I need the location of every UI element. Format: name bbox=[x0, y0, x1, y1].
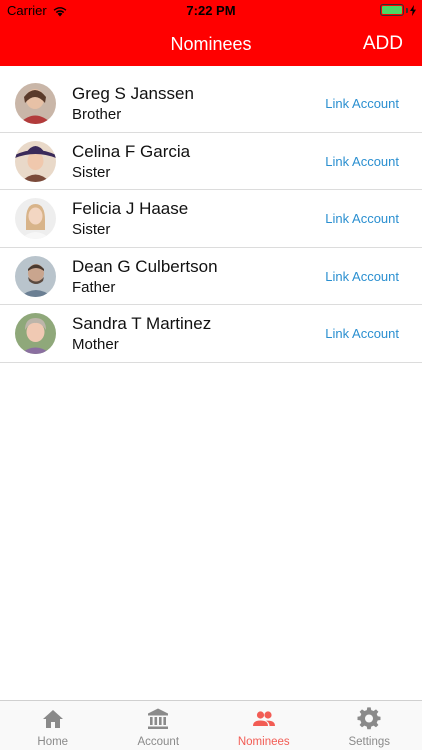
nominee-relation: Sister bbox=[72, 221, 111, 238]
page-title: Nominees bbox=[170, 34, 252, 54]
nominee-name: Dean G Culbertson bbox=[72, 256, 218, 276]
tab-settings[interactable]: Settings bbox=[317, 701, 422, 750]
status-time: 7:22 PM bbox=[186, 3, 236, 18]
home-icon bbox=[42, 710, 63, 728]
tab-label: Settings bbox=[348, 736, 391, 748]
list-item: Dean G Culbertson Father Link Account bbox=[0, 248, 422, 305]
add-nominee-button[interactable]: ADD bbox=[363, 33, 403, 55]
link-account-button[interactable]: Link Account bbox=[325, 96, 399, 111]
gear-icon bbox=[357, 707, 381, 730]
avatar bbox=[15, 198, 56, 239]
avatar bbox=[15, 313, 56, 354]
nominee-name: Sandra T Martinez bbox=[72, 314, 212, 333]
tab-label: Home bbox=[37, 736, 69, 748]
tab-label: Account bbox=[137, 736, 180, 748]
avatar bbox=[15, 255, 56, 297]
list-item: Felicia J Haase Sister Link Account bbox=[0, 190, 422, 248]
avatar bbox=[15, 140, 56, 182]
nominee-relation: Father bbox=[72, 278, 116, 296]
link-account-button[interactable]: Link Account bbox=[325, 326, 399, 341]
link-account-button[interactable]: Link Account bbox=[325, 154, 399, 169]
nominee-name: Greg S Janssen bbox=[72, 84, 194, 103]
battery-icon bbox=[380, 4, 404, 16]
tab-bar: Home Account Nominees Settings bbox=[0, 700, 422, 750]
list-item: Greg S Janssen Brother Link Account bbox=[0, 75, 422, 133]
link-account-button[interactable]: Link Account bbox=[325, 269, 399, 284]
battery-indicator bbox=[380, 4, 416, 16]
charging-bolt-icon bbox=[410, 4, 416, 16]
tab-account[interactable]: Account bbox=[106, 701, 212, 750]
nominee-list: Greg S Janssen Brother Link Account Celi… bbox=[0, 75, 422, 363]
tab-home[interactable]: Home bbox=[0, 701, 106, 750]
nominee-name: Felicia J Haase bbox=[72, 199, 189, 218]
list-item: Celina F Garcia Sister Link Account bbox=[0, 133, 422, 190]
nominee-relation: Brother bbox=[72, 106, 122, 123]
nominee-name: Celina F Garcia bbox=[72, 141, 191, 161]
link-account-button[interactable]: Link Account bbox=[325, 211, 399, 226]
status-bar: Carrier 7:22 PM bbox=[0, 0, 422, 22]
nominee-relation: Sister bbox=[72, 163, 111, 181]
people-icon bbox=[252, 711, 275, 726]
navigation-bar: Nominees ADD bbox=[0, 22, 422, 66]
avatar bbox=[15, 83, 56, 124]
tab-label: Nominees bbox=[237, 736, 290, 748]
nominee-relation: Mother bbox=[72, 336, 119, 353]
bank-icon bbox=[148, 708, 169, 729]
tab-nominees[interactable]: Nominees bbox=[211, 701, 317, 750]
list-item: Sandra T Martinez Mother Link Account bbox=[0, 305, 422, 363]
